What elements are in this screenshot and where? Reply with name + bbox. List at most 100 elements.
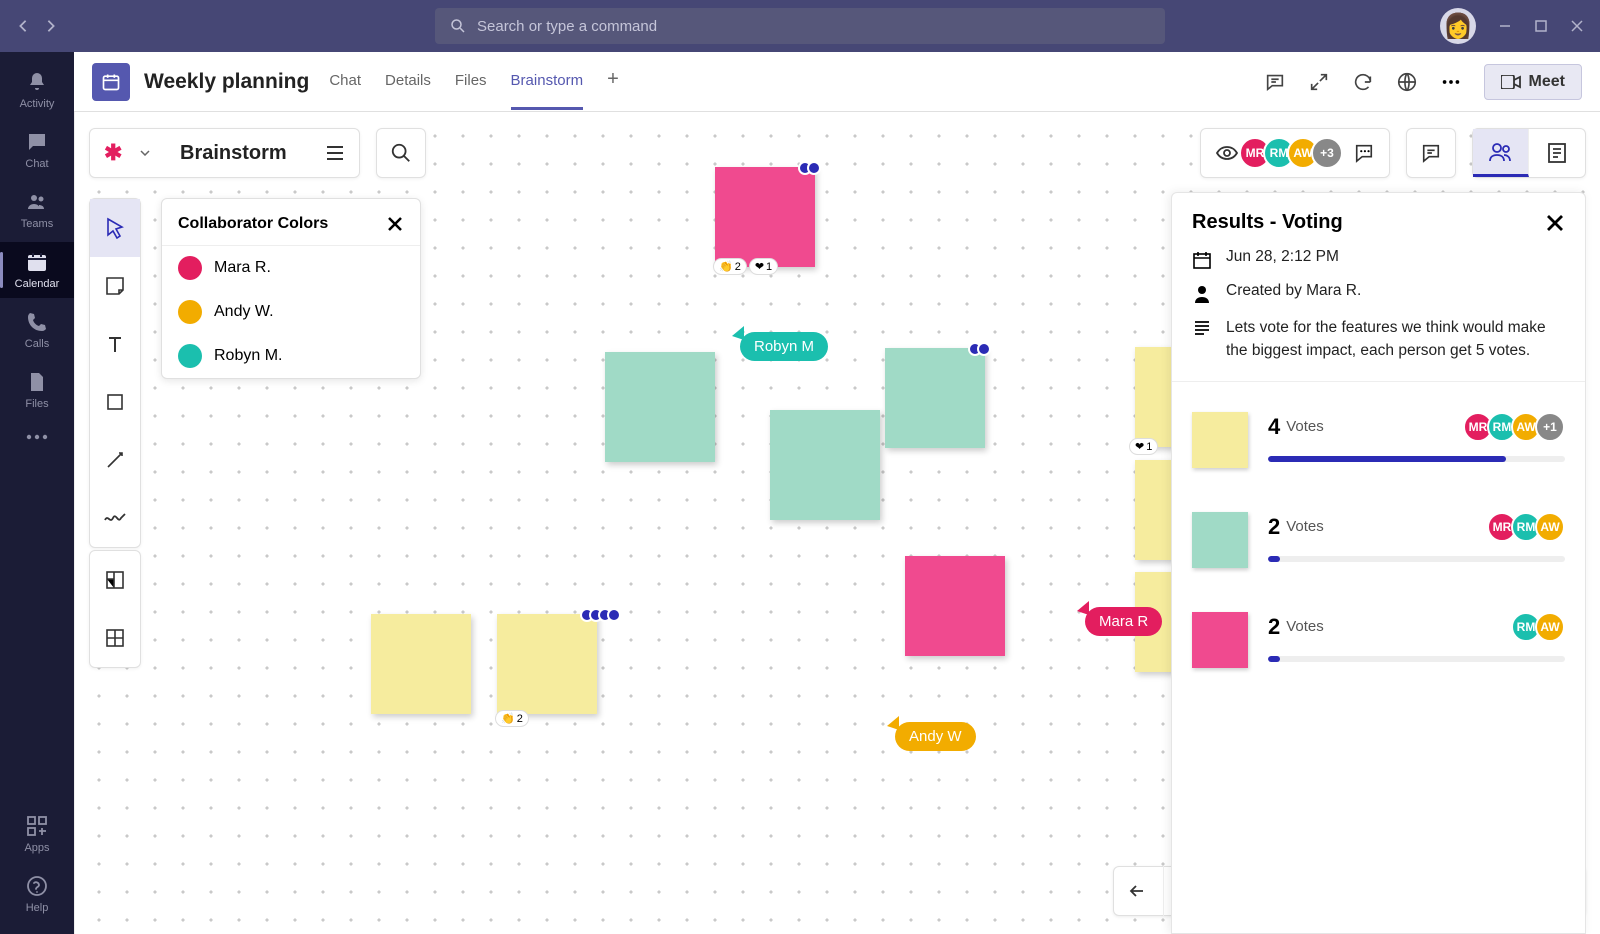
presence-more[interactable]: +3 [1311, 137, 1343, 169]
rail-label: Calls [25, 338, 49, 350]
right-panel-tabs [1472, 128, 1586, 178]
voter-avatar: AW [1535, 512, 1565, 542]
nav-back-icon[interactable] [16, 19, 30, 33]
notes-tab[interactable] [1529, 129, 1585, 177]
tool-frame[interactable] [90, 551, 140, 609]
vote-result-row[interactable]: 4 Votes MRRMAW+1 [1192, 394, 1565, 494]
vote-swatch [1192, 612, 1248, 668]
rail-label: Calendar [15, 278, 60, 290]
tool-grid[interactable] [90, 609, 140, 667]
presence-box[interactable]: MRRMAW+3 [1200, 128, 1390, 178]
chat-panel-button[interactable] [1406, 128, 1456, 178]
rail-calendar[interactable]: Calendar [0, 242, 74, 298]
app-logo-icon: ✱ [104, 141, 128, 165]
rail-files[interactable]: Files [0, 362, 74, 418]
tool-palette [89, 198, 141, 548]
tool-draw[interactable] [90, 489, 140, 547]
minimize-icon[interactable] [1498, 19, 1512, 33]
tool-text[interactable] [90, 315, 140, 373]
people-tab[interactable] [1473, 129, 1529, 177]
reaction-badges[interactable]: 👏2 [495, 710, 529, 727]
vote-label: Votes [1286, 518, 1324, 535]
globe-icon[interactable] [1396, 71, 1418, 93]
vote-bar [1268, 456, 1565, 462]
collaborator-row[interactable]: Robyn M. [162, 334, 420, 378]
vote-label: Votes [1286, 418, 1324, 435]
channel-badge [92, 63, 130, 101]
rail-apps[interactable]: Apps [0, 806, 74, 862]
tool-select[interactable] [90, 199, 140, 257]
rail-label: Help [26, 902, 49, 914]
rail-more[interactable] [0, 422, 74, 452]
sticky-note[interactable] [770, 410, 880, 520]
color-swatch [178, 256, 202, 280]
sticky-note[interactable] [371, 614, 471, 714]
meet-button[interactable]: Meet [1484, 64, 1582, 100]
user-avatar[interactable]: 👩 [1440, 8, 1476, 44]
vote-indicators [585, 608, 621, 622]
nav-forward-icon[interactable] [44, 19, 58, 33]
tab-add[interactable]: + [607, 54, 619, 110]
video-icon [1501, 75, 1521, 89]
app-rail: Activity Chat Teams Calendar Calls Files [0, 52, 74, 934]
maximize-icon[interactable] [1534, 19, 1548, 33]
search-placeholder: Search or type a command [477, 18, 657, 35]
vote-result-row[interactable]: 2 Votes RMAW [1192, 594, 1565, 694]
more-icon[interactable] [1440, 71, 1462, 93]
expand-icon[interactable] [1308, 71, 1330, 93]
results-title: Results - Voting [1192, 211, 1343, 234]
board-search-button[interactable] [376, 128, 426, 178]
tool-sticky[interactable] [90, 257, 140, 315]
rail-label: Files [25, 398, 48, 410]
rail-help[interactable]: Help [0, 866, 74, 922]
tab-chat[interactable]: Chat [329, 54, 361, 110]
collaborator-colors-panel: Collaborator Colors Mara R.Andy W.Robyn … [161, 198, 421, 379]
tab-files[interactable]: Files [455, 54, 487, 110]
search-input[interactable]: Search or type a command [435, 8, 1165, 44]
results-panel: Results - Voting Jun 28, 2:12 PM Created… [1171, 192, 1586, 934]
tool-line[interactable] [90, 431, 140, 489]
undo-button[interactable] [1114, 866, 1164, 916]
chat-bubble-icon [1420, 143, 1442, 163]
tool-shape[interactable] [90, 373, 140, 431]
meet-label: Meet [1529, 73, 1565, 91]
sticky-note[interactable] [885, 348, 985, 448]
file-icon [25, 370, 49, 394]
rail-teams[interactable]: Teams [0, 182, 74, 238]
sticky-note[interactable] [715, 167, 815, 267]
rail-chat[interactable]: Chat [0, 122, 74, 178]
apps-icon [25, 814, 49, 838]
close-icon[interactable] [386, 215, 404, 233]
tab-brainstorm[interactable]: Brainstorm [511, 54, 584, 110]
conversation-icon[interactable] [1264, 71, 1286, 93]
rail-activity[interactable]: Activity [0, 62, 74, 118]
refresh-icon[interactable] [1352, 71, 1374, 93]
tab-details[interactable]: Details [385, 54, 431, 110]
sticky-note[interactable] [905, 556, 1005, 656]
color-swatch [178, 300, 202, 324]
rail-label: Teams [21, 218, 53, 230]
bell-icon [25, 70, 49, 94]
results-date: Jun 28, 2:12 PM [1226, 248, 1339, 266]
collaborator-row[interactable]: Andy W. [162, 290, 420, 334]
vote-result-row[interactable]: 2 Votes MRRMAW [1192, 494, 1565, 594]
reaction-badges[interactable]: 👏2❤1 [713, 258, 778, 275]
menu-icon[interactable] [325, 145, 345, 161]
close-icon[interactable] [1570, 19, 1584, 33]
sticky-note[interactable] [497, 614, 597, 714]
collaborator-row[interactable]: Mara R. [162, 246, 420, 290]
rail-calls[interactable]: Calls [0, 302, 74, 358]
frame-palette [89, 550, 141, 668]
chevron-down-icon[interactable] [140, 150, 150, 156]
whiteboard-canvas[interactable]: ✱ Brainstorm MRRMAW+3 [74, 112, 1600, 934]
sticky-note[interactable] [605, 352, 715, 462]
close-icon[interactable] [1545, 213, 1565, 233]
channel-title: Weekly planning [144, 70, 309, 94]
search-icon [390, 142, 412, 164]
vote-bar [1268, 656, 1565, 662]
board-title-box[interactable]: ✱ Brainstorm [89, 128, 360, 178]
vote-label: Votes [1286, 618, 1324, 635]
calendar-badge-icon [101, 72, 121, 92]
reaction-badges[interactable]: ❤1 [1129, 438, 1158, 455]
vote-count: 4 [1268, 414, 1280, 440]
